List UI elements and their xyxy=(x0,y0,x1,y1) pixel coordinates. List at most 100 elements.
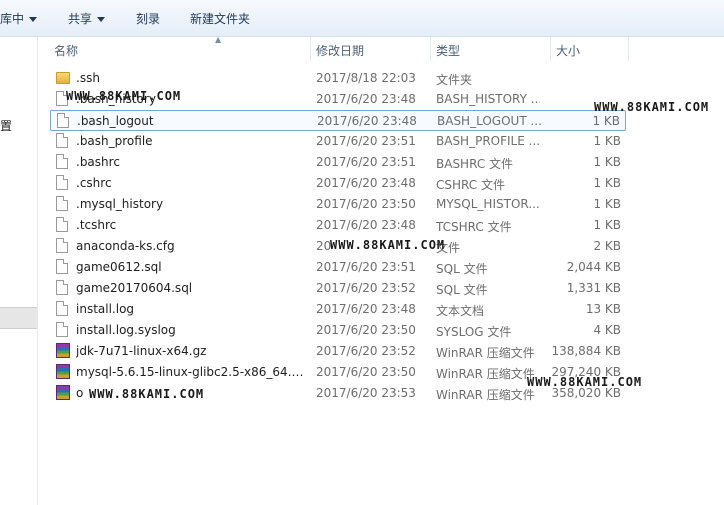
navigation-item-selected[interactable] xyxy=(0,307,37,329)
watermark: WWW.88KAMI.COM xyxy=(89,387,205,401)
file-size: 1,331 KB xyxy=(566,281,621,295)
file-type: 文件 xyxy=(436,241,461,255)
file-name: .mysql_history xyxy=(76,197,164,211)
file-type: MYSQL_HISTOR... xyxy=(436,197,540,211)
file-name: anaconda-ks.cfg xyxy=(76,239,175,253)
file-icon xyxy=(56,175,68,190)
file-type: SYSLOG 文件 xyxy=(436,325,512,339)
winrar-icon xyxy=(56,385,70,400)
file-icon xyxy=(56,217,68,232)
file-modified-date: 2017/6/20 23:48 xyxy=(316,302,416,316)
file-type: 文件夹 xyxy=(436,73,473,87)
sort-ascending-icon: ▲ xyxy=(215,35,222,44)
navigation-pane xyxy=(0,37,38,505)
file-type: WinRAR 压缩文件 xyxy=(436,367,535,381)
file-icon xyxy=(56,238,68,253)
file-row[interactable]: .mysql_history 2017/6/20 23:50 MYSQL_HISTO… xyxy=(50,194,626,215)
file-size: 13 KB xyxy=(585,302,621,316)
file-size: 1 KB xyxy=(593,134,621,148)
file-size: 1 KB xyxy=(593,176,621,190)
file-name: game20170604.sql xyxy=(76,281,193,295)
file-type: 文本文档 xyxy=(436,304,485,318)
chevron-down-icon xyxy=(97,17,106,22)
file-icon xyxy=(56,322,68,337)
file-type: BASH_LOGOUT ... xyxy=(437,114,541,128)
file-modified-date: 2017/6/20 23:52 xyxy=(316,281,416,295)
file-name: .bash_profile xyxy=(76,134,153,148)
file-name: mysql-5.6.15-linux-glibc2.5-x86_64.tar..… xyxy=(76,365,304,379)
file-modified-date: 2017/6/20 23:48 xyxy=(316,176,416,190)
file-name: .tcshrc xyxy=(76,218,117,232)
file-modified-date: 2017/6/20 23:48 xyxy=(316,92,416,106)
column-header: ▲ 名称 修改日期 类型 大小 xyxy=(38,35,724,61)
file-modified-date: 2017/6/20 23:52 xyxy=(316,344,416,358)
column-divider[interactable] xyxy=(430,37,431,61)
file-name: install.log.syslog xyxy=(76,323,176,337)
file-name: .bashrc xyxy=(76,155,120,169)
burn-button[interactable]: 刻录 xyxy=(136,11,160,27)
file-modified-date: 20 xyxy=(316,239,332,253)
file-icon xyxy=(56,259,68,274)
file-row[interactable]: .bashrc 2017/6/20 23:51 BASHRC 文件 1 KB xyxy=(50,152,626,173)
file-type: BASH_PROFILE ... xyxy=(436,134,540,148)
file-row[interactable]: install.log.syslog 2017/6/20 23:50 SYSLOG … xyxy=(50,320,626,341)
file-row[interactable]: install.log 2017/6/20 23:48 文本文档 13 KB xyxy=(50,299,626,320)
file-size: 1 KB xyxy=(592,114,620,128)
watermark: WWW.88KAMI.COM xyxy=(66,89,182,103)
file-row[interactable]: game20170604.sql 2017/6/20 23:52 SQL 文件 1,3… xyxy=(50,278,626,299)
file-row[interactable]: .tcshrc 2017/6/20 23:48 TCSHRC 文件 1 KB xyxy=(50,215,626,236)
file-size: 2,044 KB xyxy=(566,260,621,274)
column-divider[interactable] xyxy=(550,37,551,61)
watermark: WWW.88KAMI.COM xyxy=(527,375,643,389)
winrar-icon xyxy=(56,364,70,379)
file-size: 4 KB xyxy=(593,323,621,337)
file-icon xyxy=(57,113,69,128)
file-modified-date: 2017/6/20 23:50 xyxy=(316,365,416,379)
file-type: CSHRC 文件 xyxy=(436,178,505,192)
file-name: .bash_logout xyxy=(77,114,154,128)
file-modified-date: 2017/6/20 23:51 xyxy=(316,155,416,169)
file-modified-date: 2017/6/20 23:50 xyxy=(316,197,416,211)
watermark: WWW.88KAMI.COM xyxy=(594,100,710,114)
file-type: SQL 文件 xyxy=(436,262,488,276)
file-type: TCSHRC 文件 xyxy=(436,220,512,234)
file-row[interactable]: .bash_profile 2017/6/20 23:51 BASH_PROFILE… xyxy=(50,131,626,152)
file-modified-date: 2017/6/20 23:51 xyxy=(316,260,416,274)
share-label: 共享 xyxy=(68,12,93,26)
file-type: WinRAR 压缩文件 xyxy=(436,346,535,360)
file-type: WinRAR 压缩文件 xyxy=(436,388,535,402)
file-row[interactable]: game0612.sql 2017/6/20 23:51 SQL 文件 2,044 K… xyxy=(50,257,626,278)
new-folder-button[interactable]: 新建文件夹 xyxy=(190,11,250,27)
column-size[interactable]: 大小 xyxy=(556,42,580,59)
column-modified[interactable]: 修改日期 xyxy=(316,42,364,59)
file-size: 138,884 KB xyxy=(551,344,621,358)
column-divider[interactable] xyxy=(628,37,629,61)
navigation-item-partial[interactable]: 置 xyxy=(0,117,12,134)
file-name: jdk-7u71-linux-x64.gz xyxy=(76,344,207,358)
chevron-down-icon xyxy=(29,17,38,22)
file-modified-date: 2017/8/18 22:03 xyxy=(316,71,416,85)
file-size: 2 KB xyxy=(593,239,621,253)
file-row[interactable]: .cshrc 2017/6/20 23:48 CSHRC 文件 1 KB xyxy=(50,173,626,194)
file-name: game0612.sql xyxy=(76,260,162,274)
file-type: SQL 文件 xyxy=(436,283,488,297)
file-modified-date: 2017/6/20 23:53 xyxy=(316,386,416,400)
winrar-icon xyxy=(56,343,70,358)
file-row[interactable]: jdk-7u71-linux-x64.gz 2017/6/20 23:52 WinR… xyxy=(50,341,626,362)
file-modified-date: 2017/6/20 23:50 xyxy=(316,323,416,337)
include-in-library-button[interactable]: 库中 xyxy=(0,11,38,27)
column-divider[interactable] xyxy=(310,37,311,61)
file-row[interactable]: .bash_logout 2017/6/20 23:48 BASH_LOGOUT .… xyxy=(50,110,626,131)
file-modified-date: 2017/6/20 23:51 xyxy=(316,134,416,148)
library-label: 库中 xyxy=(0,12,25,26)
file-name: install.log xyxy=(76,302,135,316)
column-type[interactable]: 类型 xyxy=(436,42,460,59)
file-icon xyxy=(56,196,68,211)
watermark: WWW.88KAMI.COM xyxy=(330,238,446,252)
file-row[interactable]: .ssh 2017/8/18 22:03 文件夹 xyxy=(50,68,626,89)
file-icon xyxy=(56,133,68,148)
file-modified-date: 2017/6/20 23:48 xyxy=(317,114,417,128)
column-name[interactable]: 名称 xyxy=(54,42,78,59)
share-button[interactable]: 共享 xyxy=(68,11,106,27)
file-modified-date: 2017/6/20 23:48 xyxy=(316,218,416,232)
